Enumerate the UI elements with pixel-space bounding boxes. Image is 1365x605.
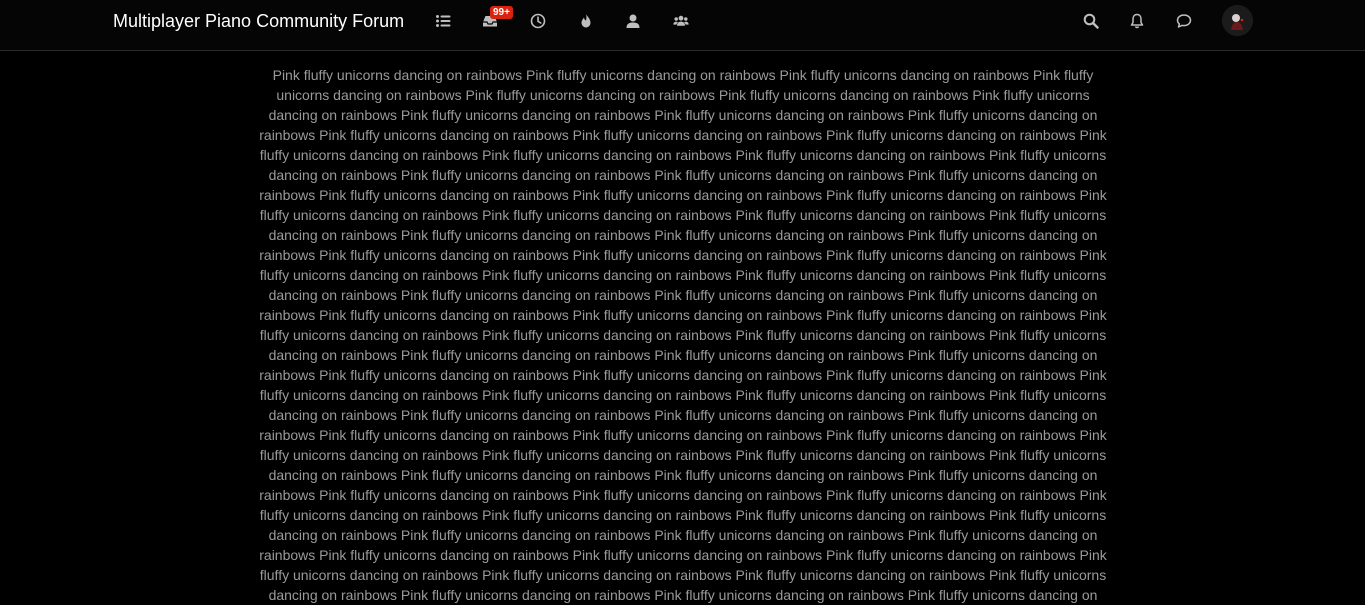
forum-title-link[interactable]: Multiplayer Piano Community Forum xyxy=(113,10,404,32)
bell-icon[interactable] xyxy=(1127,11,1147,31)
post-body-text: Pink fluffy unicorns dancing on rainbows… xyxy=(259,67,1107,603)
post-content: Pink fluffy unicorns dancing on rainbows… xyxy=(253,65,1113,605)
clock-icon[interactable] xyxy=(528,11,548,31)
user-avatar[interactable] xyxy=(1222,5,1253,36)
fire-icon[interactable] xyxy=(576,11,596,31)
users-icon[interactable] xyxy=(671,11,691,31)
search-icon[interactable] xyxy=(1081,11,1101,31)
list-icon[interactable] xyxy=(433,11,453,31)
top-navbar: Multiplayer Piano Community Forum 99+ xyxy=(0,0,1365,51)
comment-icon[interactable] xyxy=(1174,11,1194,31)
inbox-count-badge: 99+ xyxy=(490,6,513,19)
user-icon[interactable] xyxy=(623,11,643,31)
